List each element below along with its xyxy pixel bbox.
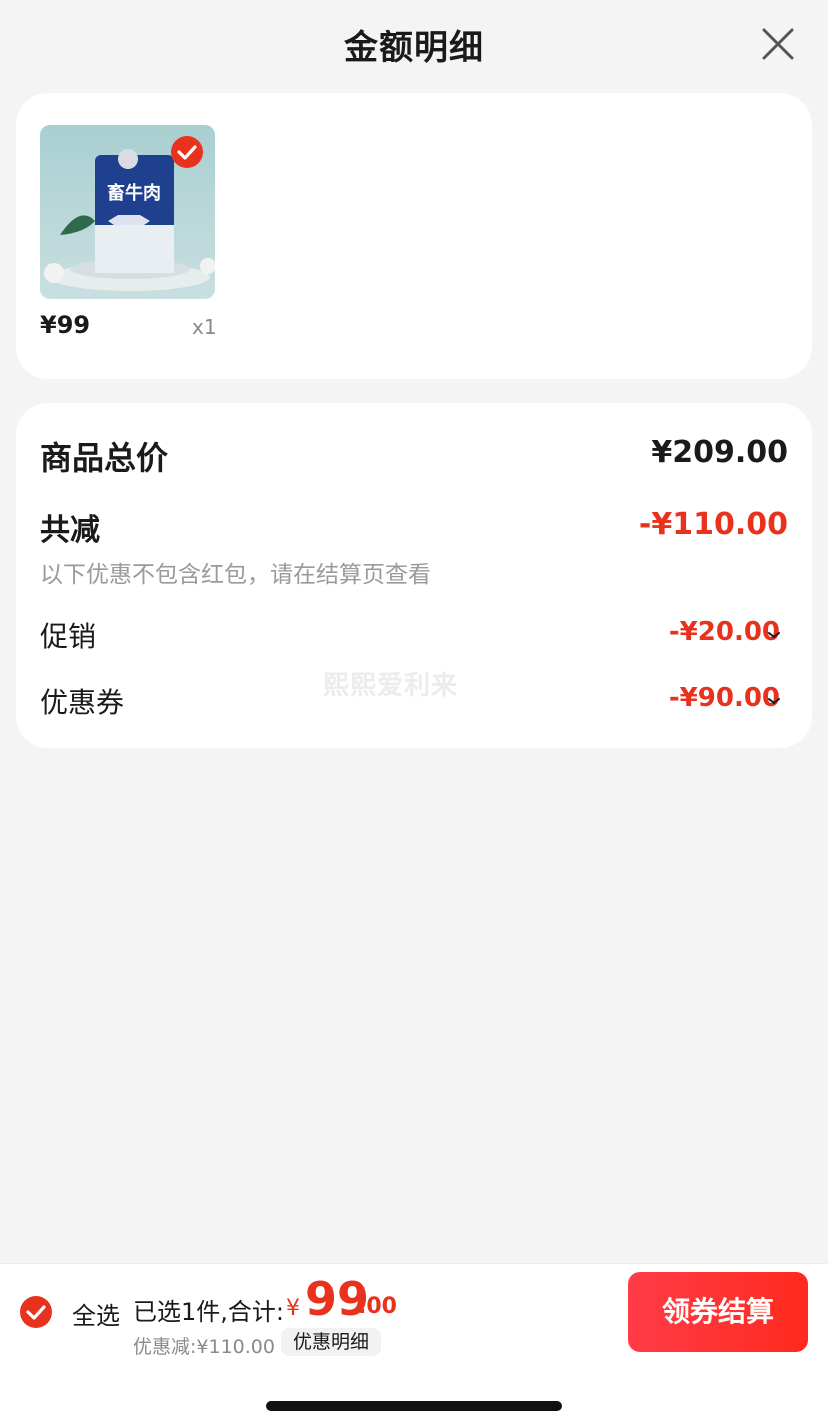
reduce-label: 共减 (40, 513, 100, 548)
chevron-down-icon[interactable] (764, 691, 784, 711)
coupon-label: 优惠券 (40, 686, 125, 719)
home-indicator-area (0, 1357, 828, 1427)
promo-label: 促销 (40, 620, 97, 653)
discount-summary: 优惠减:¥110.00 (133, 1336, 275, 1358)
checkout-button[interactable]: 领券结算 (628, 1272, 808, 1352)
product-check-icon[interactable] (170, 135, 204, 169)
close-icon (762, 28, 794, 60)
check-circle-icon (20, 1296, 52, 1328)
selected-count-text: 已选1件,合计: (133, 1298, 284, 1326)
sum-currency: ¥ (286, 1296, 300, 1321)
select-all-label[interactable]: 全选 (72, 1296, 120, 1331)
check-circle-icon (171, 136, 203, 168)
discount-detail-button[interactable]: 优惠明细 (281, 1328, 382, 1356)
sum-decimal: .00 (358, 1294, 397, 1319)
select-all-checkbox[interactable] (19, 1295, 53, 1329)
product-card: 畜牛肉 ¥99 x1 (16, 93, 812, 379)
discount-note: 以下优惠不包含红包，请在结算页查看 (40, 562, 431, 588)
total-value: ¥209.00 (651, 435, 788, 470)
chevron-down-icon[interactable] (764, 625, 784, 645)
product-image-label: 畜牛肉 (107, 182, 161, 204)
page-title: 金额明细 (344, 28, 484, 68)
product-price: ¥99 (40, 311, 91, 339)
watermark: 熙熙爱利来 (323, 671, 459, 701)
bottom-checkout-bar: 全选 已选1件,合计: ¥ 99 .00 优惠减:¥110.00 优惠明细 领券… (0, 1263, 828, 1359)
close-button[interactable] (756, 22, 800, 66)
total-label: 商品总价 (40, 439, 169, 477)
header: 金额明细 (0, 0, 828, 92)
product-quantity: x1 (192, 315, 217, 339)
home-indicator[interactable] (266, 1401, 562, 1411)
reduce-value: -¥110.00 (638, 507, 788, 542)
